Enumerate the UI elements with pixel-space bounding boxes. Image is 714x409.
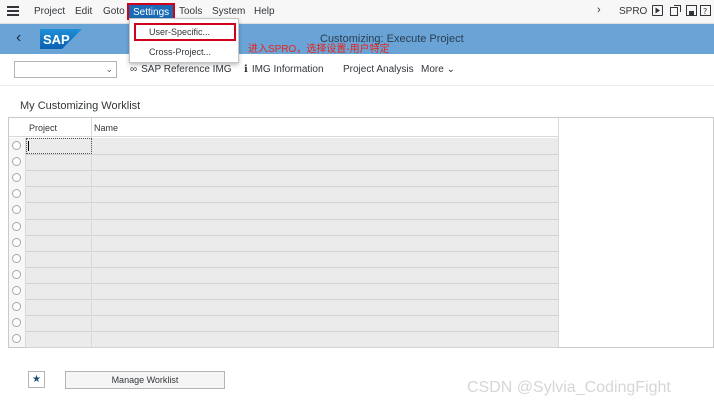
- row-select-radio[interactable]: [12, 254, 21, 263]
- glasses-icon: ∞: [130, 64, 138, 75]
- table-row[interactable]: [26, 170, 558, 171]
- menu-edit[interactable]: Edit: [75, 6, 92, 17]
- save-icon[interactable]: [686, 5, 697, 16]
- row-select-radio[interactable]: [12, 157, 21, 166]
- execute-icon[interactable]: [652, 5, 663, 16]
- table-row[interactable]: [26, 154, 558, 155]
- table-row[interactable]: [26, 315, 558, 316]
- row-select-radio[interactable]: [12, 205, 21, 214]
- menu-icon[interactable]: [7, 6, 19, 16]
- table-row[interactable]: [26, 331, 558, 332]
- table-body: [26, 138, 558, 348]
- table-row[interactable]: [26, 251, 558, 252]
- svg-text:SAP: SAP: [43, 32, 70, 47]
- info-icon: ℹ: [244, 64, 248, 75]
- menu-bar: Project Edit Goto Settings Tools System …: [0, 0, 714, 24]
- star-icon: ★: [32, 374, 41, 385]
- img-information-button[interactable]: ℹ IMG Information: [244, 64, 324, 75]
- menu-tools[interactable]: Tools: [179, 6, 202, 17]
- row-select-radio[interactable]: [12, 318, 21, 327]
- table-row[interactable]: [26, 283, 558, 284]
- row-select-radio[interactable]: [12, 286, 21, 295]
- row-selector-column: [9, 138, 26, 347]
- column-divider: [558, 118, 559, 347]
- project-analysis-button[interactable]: Project Analysis: [343, 64, 414, 75]
- table-row[interactable]: [26, 202, 558, 203]
- table-row[interactable]: [26, 235, 558, 236]
- column-header-project[interactable]: Project: [29, 123, 57, 133]
- row-select-radio[interactable]: [12, 270, 21, 279]
- table-row[interactable]: [26, 347, 558, 348]
- row-select-radio[interactable]: [12, 222, 21, 231]
- chevron-down-icon: ⌄: [446, 64, 455, 75]
- table-row[interactable]: [26, 186, 558, 187]
- worklist-table: Project Name: [8, 117, 714, 348]
- project-select[interactable]: ⌄: [14, 61, 117, 78]
- row-select-radio[interactable]: [12, 302, 21, 311]
- row-select-radio[interactable]: [12, 238, 21, 247]
- watermark: CSDN @Sylvia_CodingFight: [467, 379, 671, 396]
- menu-help[interactable]: Help: [254, 6, 275, 17]
- table-row[interactable]: [26, 299, 558, 300]
- chevron-right-icon[interactable]: ›: [597, 4, 601, 16]
- sap-logo: SAP: [40, 29, 82, 49]
- sap-reference-img-button[interactable]: ∞ SAP Reference IMG: [130, 64, 232, 75]
- worklist-title: My Customizing Worklist: [20, 100, 141, 112]
- menu-system[interactable]: System: [212, 6, 245, 17]
- annotation-text: 进入SPRO，选择设置-用户特定: [248, 44, 390, 55]
- column-header-name[interactable]: Name: [94, 123, 118, 133]
- favorite-button[interactable]: ★: [28, 371, 45, 388]
- row-select-radio[interactable]: [12, 141, 21, 150]
- toolbar: ⌄ ∞ SAP Reference IMG ℹ IMG Information Pr…: [0, 54, 714, 86]
- table-row[interactable]: [26, 219, 558, 220]
- menu-goto[interactable]: Goto: [103, 6, 125, 17]
- row-select-radio[interactable]: [12, 334, 21, 343]
- row-select-radio[interactable]: [12, 189, 21, 198]
- menu-item-cross-project[interactable]: Cross-Project...: [134, 43, 236, 61]
- new-session-icon[interactable]: [670, 5, 681, 16]
- menu-project[interactable]: Project: [34, 6, 65, 17]
- row-select-radio[interactable]: [12, 173, 21, 182]
- manage-worklist-button[interactable]: Manage Worklist: [65, 371, 225, 389]
- chevron-down-icon: ⌄: [105, 64, 113, 74]
- transaction-code: SPRO: [619, 6, 648, 17]
- help-icon[interactable]: ?: [700, 5, 711, 16]
- menu-item-user-specific[interactable]: User-Specific...: [134, 23, 236, 41]
- settings-dropdown: User-Specific... Cross-Project...: [129, 18, 239, 63]
- svg-text:?: ?: [703, 7, 707, 16]
- more-button[interactable]: More ⌄: [421, 64, 455, 75]
- table-row[interactable]: [26, 267, 558, 268]
- text-cursor: [28, 141, 29, 151]
- active-cell[interactable]: [26, 138, 92, 154]
- back-icon[interactable]: ‹: [16, 30, 21, 46]
